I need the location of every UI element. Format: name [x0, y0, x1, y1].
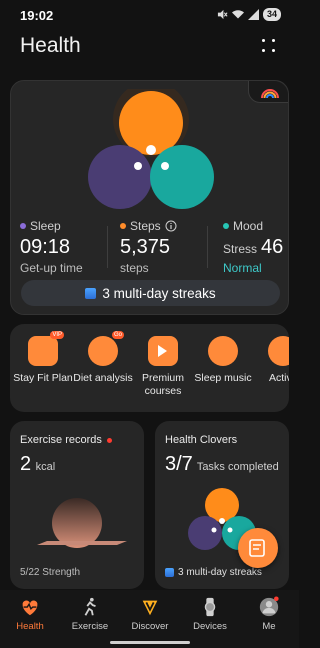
- status-time: 19:02: [20, 8, 54, 23]
- exercise-records-card[interactable]: Exercise records 2 kcal 5/22 Strength: [10, 421, 144, 589]
- mood-metric[interactable]: Mood Stress 46 Normal: [223, 219, 283, 275]
- nav-devices[interactable]: Devices: [180, 596, 240, 632]
- steps-value: 5,375: [120, 236, 171, 258]
- service-stay-fit-plan[interactable]: VIP Stay Fit Plan: [13, 331, 73, 385]
- profile-icon: [258, 596, 280, 618]
- service-label: Sleep music: [194, 372, 252, 384]
- page-title: Health: [20, 34, 81, 57]
- services-card: VIP Stay Fit Plan Go Diet analysis Premi…: [10, 324, 289, 412]
- grid-dots-icon[interactable]: [261, 38, 277, 54]
- service-label: Diet analysis: [73, 372, 133, 384]
- vip-v-icon: [139, 596, 161, 618]
- sleep-sub: Get-up time: [20, 261, 83, 275]
- edit-floating-button[interactable]: [238, 528, 278, 568]
- activity-icon: [268, 336, 289, 366]
- clovers-title: Health Clovers: [165, 434, 238, 446]
- sleep-label: Sleep: [30, 219, 61, 233]
- nav-health[interactable]: Health: [0, 596, 60, 632]
- steps-sub: steps: [120, 261, 149, 275]
- sunset-illustration: [37, 498, 127, 548]
- stress-value: 46: [261, 236, 284, 258]
- exercise-title: Exercise records: [20, 434, 102, 446]
- stress-label: Stress: [223, 242, 258, 256]
- moon-music-icon: [208, 336, 238, 366]
- service-activity[interactable]: Activit: [253, 336, 289, 385]
- battery-icon: 34: [262, 8, 281, 21]
- nav-label: Discover: [131, 621, 169, 632]
- clovers-streak: 3 multi-day streaks: [178, 567, 262, 578]
- streak-text: 3 multi-day streaks: [102, 285, 216, 301]
- steps-label: Steps: [130, 219, 161, 233]
- mood-label: Mood: [233, 219, 264, 233]
- service-diet-analysis[interactable]: Go Diet analysis: [73, 331, 133, 385]
- sleep-petal: [88, 145, 152, 209]
- divider: [107, 226, 108, 268]
- nav-discover[interactable]: Discover: [120, 596, 180, 632]
- info-icon[interactable]: [165, 220, 177, 232]
- status-icons: 34: [217, 8, 281, 21]
- service-label: Premium courses: [141, 372, 184, 397]
- nav-label: Me: [262, 621, 276, 632]
- service-label: Stay Fit Plan: [13, 372, 73, 384]
- nav-me[interactable]: Me: [239, 596, 299, 632]
- exercise-value: 2: [20, 453, 32, 475]
- service-sleep-music[interactable]: Sleep music: [193, 336, 253, 385]
- bottom-nav: Health Exercise Discover Devices Me: [0, 590, 299, 648]
- steps-metric[interactable]: Steps 5,375 steps: [120, 219, 177, 275]
- mute-icon: [217, 9, 228, 20]
- signal-icon: [247, 9, 259, 20]
- mood-petal: [150, 145, 214, 209]
- go-badge: Go: [111, 331, 124, 339]
- home-indicator[interactable]: [110, 641, 190, 644]
- nav-label: Exercise: [71, 621, 109, 632]
- notification-dot: [106, 437, 112, 443]
- heart-pulse-icon: [19, 596, 41, 618]
- calendar-streak-icon: [165, 568, 174, 577]
- vip-badge: VIP: [50, 331, 64, 339]
- service-label: Activit: [268, 372, 289, 384]
- divider: [207, 226, 208, 268]
- exercise-footer: 5/22 Strength: [20, 567, 81, 578]
- rainbow-icon: [261, 89, 279, 99]
- mood-status: Normal: [223, 261, 262, 275]
- rainbow-button[interactable]: [248, 81, 288, 103]
- status-bar: 19:02 34: [0, 0, 299, 28]
- steps-dot: [120, 223, 126, 229]
- exercise-unit: kcal: [35, 461, 56, 473]
- nav-label: Health: [16, 621, 44, 632]
- sleep-metric[interactable]: Sleep 09:18 Get-up time: [20, 219, 83, 275]
- running-icon: [79, 596, 101, 618]
- calendar-streak-icon: [85, 287, 97, 299]
- streak-banner[interactable]: 3 multi-day streaks: [21, 280, 280, 306]
- watch-icon: [199, 596, 221, 618]
- sleep-value: 09:18: [20, 236, 71, 258]
- health-clover-graphic[interactable]: [81, 89, 221, 209]
- edit-note-icon: [249, 539, 265, 557]
- video-course-icon: [148, 336, 178, 366]
- diet-clock-icon: Go: [88, 331, 124, 366]
- clovers-sub: Tasks completed: [196, 461, 279, 473]
- health-summary-card[interactable]: Sleep 09:18 Get-up time Steps 5,375 step…: [10, 80, 289, 315]
- service-premium-courses[interactable]: Premium courses: [133, 336, 193, 398]
- fitness-plan-icon: VIP: [28, 331, 64, 366]
- clovers-value: 3/7: [165, 453, 193, 475]
- nav-label: Devices: [193, 621, 227, 632]
- mood-dot: [223, 223, 229, 229]
- nav-exercise[interactable]: Exercise: [60, 596, 120, 632]
- sleep-dot: [20, 223, 26, 229]
- wifi-icon: [231, 10, 244, 19]
